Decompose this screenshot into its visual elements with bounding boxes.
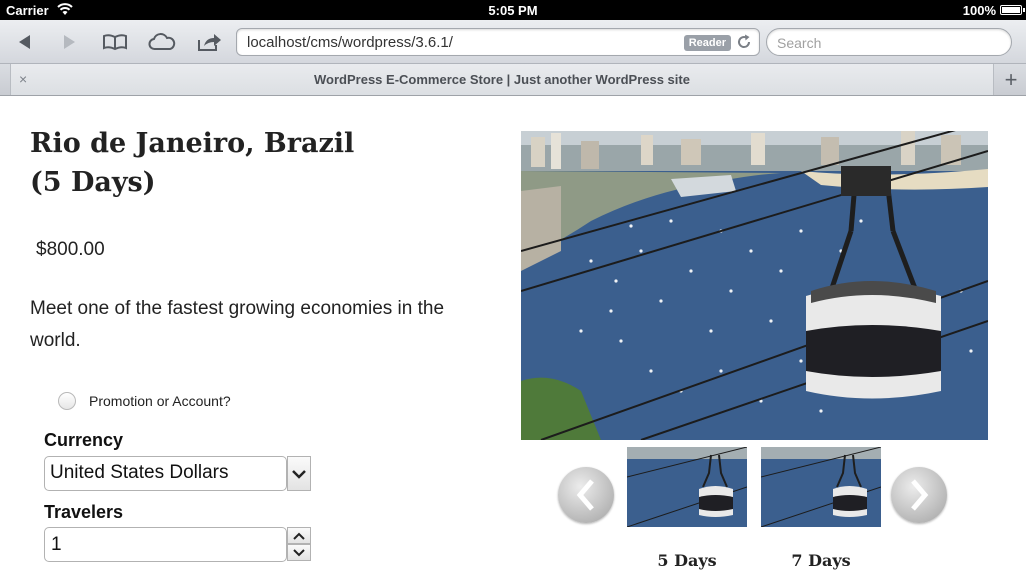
bookmarks-icon[interactable]: [100, 28, 130, 56]
thumbnail-label[interactable]: 7 Days: [761, 551, 881, 570]
browser-toolbar: localhost/cms/wordpress/3.6.1/ Reader: [0, 20, 1026, 64]
thumbnail-label[interactable]: 5 Days: [627, 551, 747, 570]
travelers-label: Travelers: [44, 502, 124, 522]
url-text[interactable]: localhost/cms/wordpress/3.6.1/: [247, 34, 453, 51]
gallery-prev-icon[interactable]: [558, 467, 614, 523]
address-bar[interactable]: localhost/cms/wordpress/3.6.1/ Reader: [236, 28, 760, 56]
gallery-thumbnail[interactable]: [627, 447, 747, 527]
page-content: Rio de Janeiro, Brazil (5 Days) $800.00 …: [0, 96, 1026, 579]
product-title: Rio de Janeiro, Brazil (5 Days): [30, 124, 470, 202]
cloud-tabs-icon[interactable]: [147, 28, 177, 56]
chevron-down-icon[interactable]: [287, 456, 311, 491]
tab-bar: × WordPress E-Commerce Store | Just anot…: [0, 64, 1026, 96]
stepper-up-icon[interactable]: [287, 527, 311, 544]
travelers-input[interactable]: 1: [44, 527, 287, 562]
forward-icon[interactable]: [54, 28, 84, 56]
browser-tab[interactable]: × WordPress E-Commerce Store | Just anot…: [10, 64, 994, 95]
product-title-line2: (5 Days): [30, 167, 156, 198]
product-main-image[interactable]: [521, 131, 988, 440]
status-time: 5:05 PM: [488, 3, 538, 18]
status-bar: Carrier 5:05 PM 100%: [0, 0, 1026, 20]
gallery-next-icon[interactable]: [891, 467, 947, 523]
gallery-thumbnail[interactable]: [761, 447, 881, 527]
reader-button[interactable]: Reader: [683, 35, 731, 51]
new-tab-button[interactable]: +: [996, 64, 1026, 95]
battery-icon: [1000, 5, 1025, 15]
product-description: Meet one of the fastest growing economie…: [30, 298, 445, 351]
stepper-down-icon[interactable]: [287, 544, 311, 561]
search-input[interactable]: [777, 33, 997, 53]
tab-title: WordPress E-Commerce Store | Just anothe…: [314, 72, 690, 87]
product-price: $800.00: [36, 239, 105, 260]
search-field[interactable]: [766, 28, 1012, 56]
battery-percent: 100%: [962, 3, 996, 18]
promo-row: Promotion or Account?: [58, 390, 231, 412]
product-title-line1: Rio de Janeiro, Brazil: [30, 128, 355, 159]
currency-label: Currency: [44, 430, 124, 450]
reload-icon[interactable]: [735, 33, 753, 51]
currency-select[interactable]: United States Dollars: [44, 456, 287, 491]
share-icon[interactable]: [194, 28, 224, 56]
travelers-stepper: [287, 527, 311, 562]
promo-label[interactable]: Promotion or Account?: [89, 393, 231, 409]
back-icon[interactable]: [10, 28, 40, 56]
promo-checkbox[interactable]: [58, 392, 76, 410]
